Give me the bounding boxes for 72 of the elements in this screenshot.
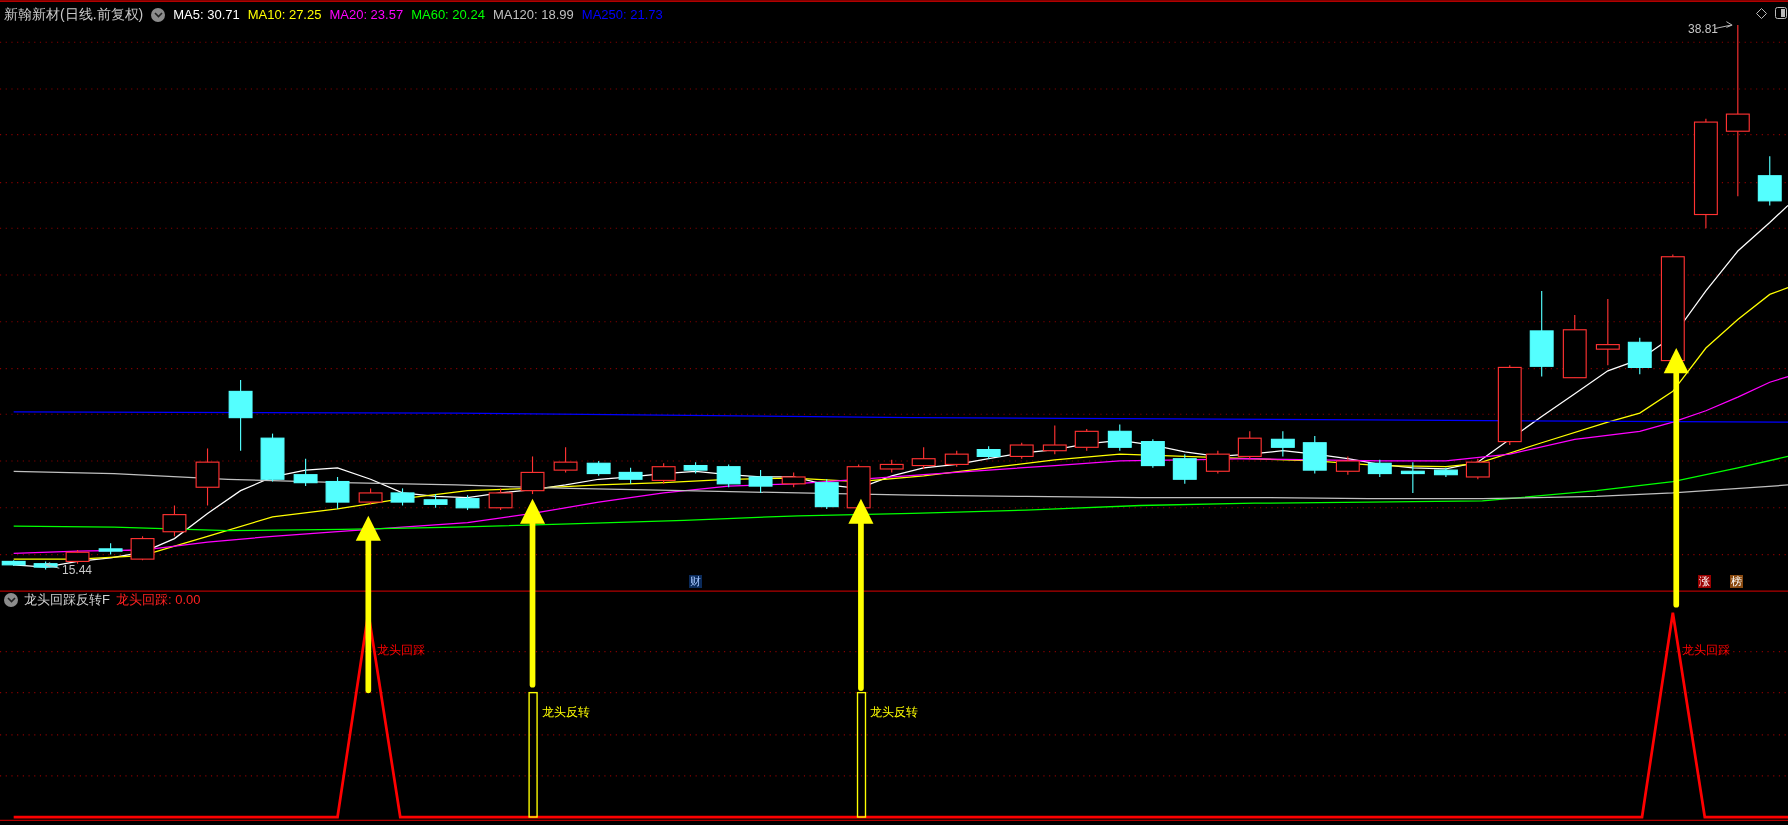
candlestick	[358, 487, 383, 505]
candlestick	[1367, 459, 1392, 478]
chart-marker[interactable]: 榜	[1730, 575, 1743, 588]
candlestick	[1140, 438, 1165, 469]
candlestick	[1107, 423, 1132, 452]
moving-average-value: MA250: 21.73	[581, 5, 663, 24]
candlestick	[1400, 461, 1425, 494]
candlestick	[1627, 337, 1652, 375]
candlestick	[1172, 453, 1197, 485]
candlestick	[781, 471, 806, 488]
candlestick	[162, 504, 187, 537]
candlestick	[1433, 467, 1458, 478]
candlestick	[1757, 155, 1782, 206]
candlestick	[1009, 442, 1034, 460]
candlestick	[911, 446, 936, 470]
candlestick	[944, 450, 969, 468]
dropdown-chevron-icon[interactable]	[151, 7, 166, 22]
candlestick	[683, 461, 708, 475]
candlestick	[748, 469, 773, 494]
candlestick	[260, 433, 285, 483]
candlestick	[1562, 314, 1587, 379]
candlestick	[1, 559, 26, 567]
candlestick	[1595, 298, 1620, 366]
indicator-name: 龙头回踩反转F	[24, 591, 110, 609]
signal-label: 龙头反转	[542, 706, 590, 718]
signal-label: 龙头回踩	[1682, 644, 1730, 656]
candlestick	[455, 494, 480, 511]
candlestick	[130, 535, 155, 561]
chart-marker[interactable]: 涨	[1698, 575, 1711, 588]
stock-title: 新翰新材(日线.前复权)	[4, 5, 144, 24]
moving-average-value: MA20: 23.57	[329, 5, 404, 24]
candlestick	[1302, 435, 1327, 475]
candlestick	[33, 560, 58, 570]
signal-label: 龙头回踩	[377, 644, 425, 656]
signal-label: 龙头反转	[870, 706, 918, 718]
candlestick	[553, 446, 578, 473]
pointer-arrow-icon	[45, 562, 60, 569]
candlestick	[814, 478, 839, 510]
candlestick	[98, 542, 123, 556]
candlestick	[586, 460, 611, 477]
candlestick	[293, 458, 318, 487]
candlestick	[390, 487, 415, 507]
candlestick	[1270, 430, 1295, 457]
candlestick	[325, 476, 350, 510]
candlestick	[520, 455, 545, 495]
candlestick	[1042, 425, 1067, 455]
moving-average-value: MA10: 27.25	[247, 5, 322, 24]
moving-average-value: MA5: 30.71	[173, 5, 240, 24]
candlestick	[65, 549, 90, 565]
candlestick	[879, 459, 904, 473]
candlestick	[976, 445, 1001, 460]
chart-marker[interactable]: 财	[689, 575, 702, 588]
moving-average-value: MA60: 20.24	[411, 5, 485, 24]
moving-average-value: MA120: 18.99	[492, 5, 574, 24]
candlestick	[423, 493, 448, 509]
dropdown-chevron-icon[interactable]	[4, 592, 18, 607]
candlestick	[716, 463, 741, 488]
candlestick	[195, 447, 220, 507]
candlestick	[1465, 458, 1490, 480]
panel-toggle-icon[interactable]	[1775, 7, 1787, 19]
diamond-icon[interactable]	[1756, 7, 1767, 19]
candlestick	[618, 467, 643, 485]
candlestick	[846, 463, 871, 511]
candlestick	[1074, 428, 1099, 452]
candlestick	[1205, 450, 1230, 475]
indicator-reading: 龙头回踩: 0.00	[115, 591, 201, 609]
candlestick	[488, 487, 513, 511]
candlestick	[651, 462, 676, 485]
low-price-label: 15.44	[62, 564, 93, 576]
candlestick	[1237, 430, 1262, 460]
candlestick	[1335, 455, 1360, 476]
high-price-label: 38.81	[1688, 23, 1719, 35]
